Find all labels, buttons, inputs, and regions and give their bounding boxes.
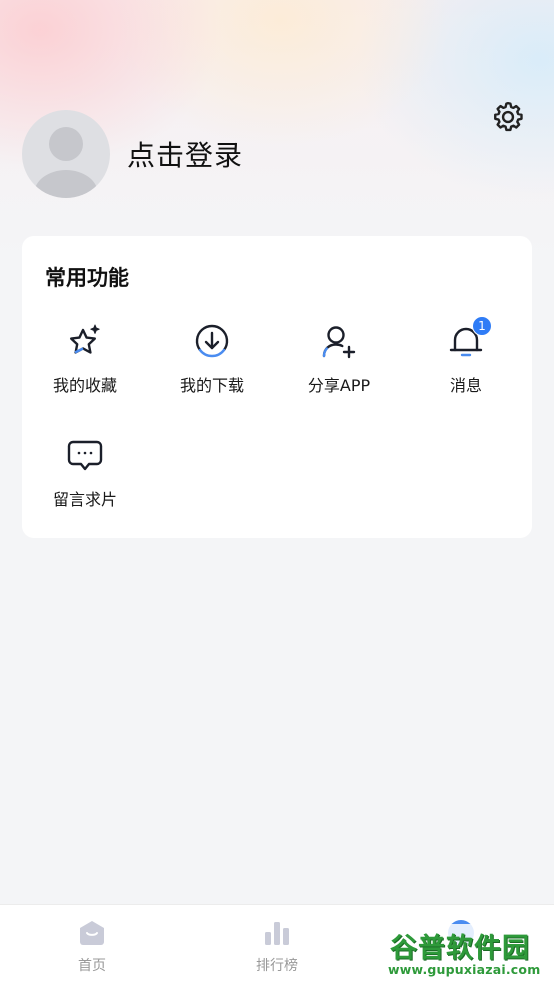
downloads-label: 我的下载 [179,376,244,395]
home-icon [80,921,104,945]
chat-bubble-icon [67,440,103,471]
tab-home[interactable]: 首页 [32,905,152,984]
watermark-logo: 谷普软件园 www.gupuxiazai.com [386,924,552,982]
favorites-label: 我的收藏 [52,376,117,395]
star-sparkle-icon [70,324,100,354]
bar-chart-icon [265,922,289,945]
avatar[interactable] [22,110,110,198]
messages-label: 消息 [449,376,482,395]
card-title: 常用功能 [45,266,129,290]
tab-ranking[interactable]: 排行榜 [217,905,337,984]
tab-ranking-label: 排行榜 [256,958,298,974]
login-link[interactable]: 点击登录 [127,134,243,174]
watermark-url: www.gupuxiazai.com [388,962,541,977]
message-count-badge: 1 [472,316,492,336]
profile-section[interactable]: 点击登录 [22,109,243,199]
messages-button[interactable]: 1 消息 [411,316,521,412]
request-movie-label: 留言求片 [52,490,117,509]
common-functions-card: 常用功能 我的收藏 我的下载 分享APP 1 消息 留言求片 [22,236,532,538]
share-app-button[interactable]: 分享APP [284,322,394,412]
watermark-brand: 谷普软件园 [390,933,530,964]
settings-button[interactable] [489,98,527,136]
tab-home-label: 首页 [78,958,106,974]
add-user-icon [322,326,356,359]
share-app-label: 分享APP [307,376,371,395]
gear-icon [494,102,523,132]
request-movie-button[interactable]: 留言求片 [30,436,140,526]
downloads-button[interactable]: 我的下载 [157,322,267,412]
default-avatar-icon [34,127,98,198]
favorites-button[interactable]: 我的收藏 [30,322,140,412]
download-icon [195,324,229,358]
